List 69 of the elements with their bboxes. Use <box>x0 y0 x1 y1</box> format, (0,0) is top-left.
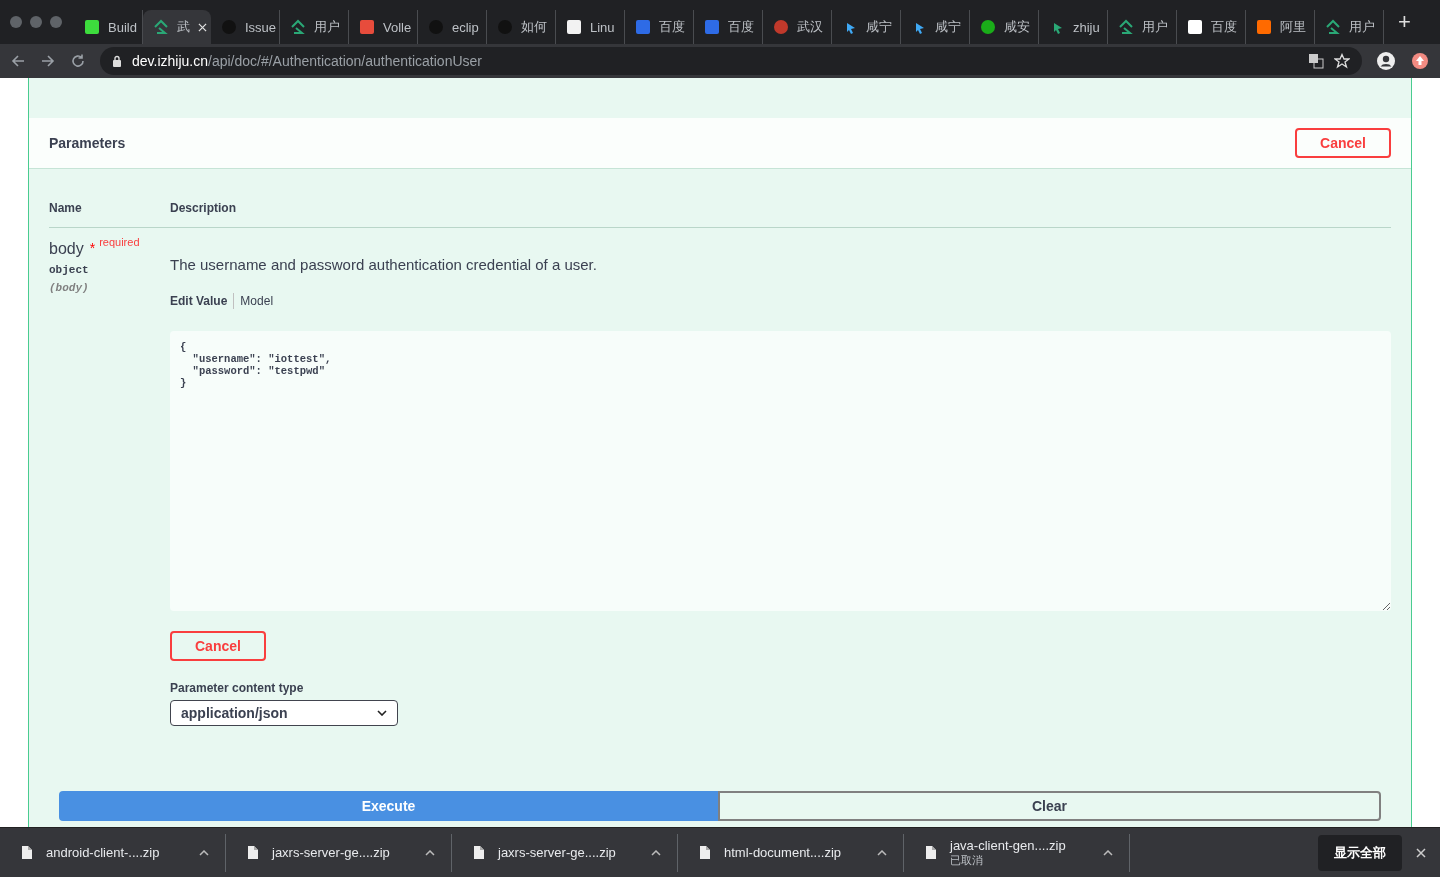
file-icon <box>700 846 710 859</box>
required-label: required <box>99 236 140 248</box>
download-item[interactable]: jaxrs-server-ge....zip <box>226 833 452 872</box>
file-icon <box>926 846 936 859</box>
address-bar[interactable]: dev.izhiju.cn/api/doc/#/Authentication/authenticationUser <box>100 47 1362 75</box>
new-tab-button[interactable]: + <box>1398 9 1411 35</box>
download-item[interactable]: android-client-....zip <box>0 833 226 872</box>
lock-icon <box>112 55 122 67</box>
favicon-icon <box>1325 19 1341 35</box>
translate-icon[interactable] <box>1308 53 1324 69</box>
update-icon[interactable] <box>1410 51 1430 71</box>
forward-icon[interactable] <box>40 53 56 69</box>
url-text: dev.izhiju.cn/api/doc/#/Authentication/authenticationUser <box>132 53 482 69</box>
download-filename: jaxrs-server-ge....zip <box>498 845 617 860</box>
chevron-down-icon <box>377 710 387 716</box>
file-icon <box>474 846 484 859</box>
show-all-button[interactable]: 显示全部 <box>1318 834 1402 871</box>
parameters-title: Parameters <box>49 135 126 151</box>
column-header: Description <box>170 201 236 215</box>
favicon-icon <box>635 19 651 35</box>
favicon-icon <box>1118 19 1134 35</box>
close-icon[interactable] <box>1416 847 1426 858</box>
favicon-icon <box>566 19 582 35</box>
profile-icon[interactable] <box>1376 51 1396 71</box>
zoom-window-icon[interactable] <box>50 16 62 28</box>
favicon-icon <box>773 19 789 35</box>
close-icon[interactable] <box>198 22 207 32</box>
favicon-icon <box>980 19 996 35</box>
back-icon[interactable] <box>10 53 26 69</box>
caret-up-icon[interactable] <box>877 849 887 856</box>
favicon-icon <box>84 19 100 35</box>
download-filename: android-client-....zip <box>46 845 161 860</box>
file-icon <box>248 846 258 859</box>
favicon-icon <box>1187 19 1203 35</box>
download-item[interactable]: html-document....zip <box>678 833 904 872</box>
favicon-icon <box>704 19 720 35</box>
download-filename: java-client-gen....zip <box>950 837 1067 853</box>
model-tab[interactable]: Model <box>240 294 274 308</box>
content-type-label: Parameter content type <box>170 681 305 695</box>
favicon-icon <box>359 19 375 35</box>
download-filename: html-document....zip <box>724 845 843 860</box>
clear-button[interactable]: Clear <box>718 791 1381 821</box>
download-item[interactable]: java-client-gen....zip 已取消 <box>904 833 1130 872</box>
close-window-icon[interactable] <box>10 16 22 28</box>
required-mark: * <box>89 240 96 256</box>
minimize-window-icon[interactable] <box>30 16 42 28</box>
column-header: Name <box>49 201 83 215</box>
parameter-type: object <box>49 264 90 276</box>
star-icon[interactable] <box>1334 53 1350 69</box>
caret-up-icon[interactable] <box>425 849 435 856</box>
download-filename: jaxrs-server-ge....zip <box>272 845 391 860</box>
model-tab[interactable]: Edit Value <box>170 294 228 308</box>
caret-up-icon[interactable] <box>651 849 661 856</box>
parameter-name: body <box>49 240 84 258</box>
download-status: 已取消 <box>950 853 984 868</box>
reload-icon[interactable] <box>70 53 86 69</box>
content-type-select[interactable]: application/json <box>170 700 398 726</box>
parameter-description: The username and password authentication credential of a user. <box>170 256 598 273</box>
cancel-button[interactable]: Cancel <box>1295 128 1391 158</box>
favicon-icon <box>153 19 169 35</box>
body-editor[interactable]: { "username": "iottest", "password": "testpwd" } <box>170 331 1391 611</box>
parameter-location: (body) <box>49 282 90 294</box>
file-icon <box>22 846 32 859</box>
favicon-icon <box>290 19 306 35</box>
favicon-icon <box>1256 19 1272 35</box>
browser-tab[interactable]: 武 <box>143 10 211 44</box>
download-item[interactable]: jaxrs-server-ge....zip <box>452 833 678 872</box>
caret-up-icon[interactable] <box>199 849 209 856</box>
caret-up-icon[interactable] <box>1103 849 1113 856</box>
